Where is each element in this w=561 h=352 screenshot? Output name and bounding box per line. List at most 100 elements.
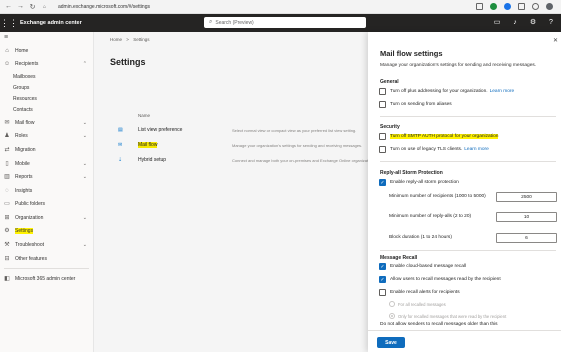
section-divider [380, 116, 556, 117]
save-button[interactable]: Save [377, 337, 405, 348]
checkbox-label: Allow users to recall messages read by t… [390, 277, 501, 282]
legacy-tls-checkbox[interactable]: Turn on use of legacy TLS clients. Learn… [379, 146, 489, 153]
radio-label: For all recalled messages [398, 301, 446, 307]
hamburger-menu-icon[interactable]: ≡ [0, 32, 93, 44]
nav-label: Other features [15, 255, 47, 262]
recall-age-label: Do not allow senders to recall messages … [380, 322, 498, 327]
chevron-down-icon: ⌄ [82, 214, 87, 221]
footer-divider [368, 330, 561, 331]
nav-label: Organization [15, 214, 44, 221]
block-duration-label: Block duration (1 to 24 hours) [389, 235, 452, 240]
mobile-icon: ▯ [5, 160, 9, 167]
refresh-icon[interactable]: ↻ [28, 2, 37, 11]
nav-item-mail-flow[interactable]: ✉ Mail flow ⌄ [0, 116, 93, 130]
troubleshoot-icon: ⚒ [4, 242, 10, 249]
nav-divider [4, 268, 89, 270]
profile-avatar-icon[interactable] [546, 3, 553, 10]
checkbox[interactable] [379, 133, 386, 140]
radio-read-recalled[interactable]: Only for recalled messages that were rea… [389, 313, 506, 319]
checkbox[interactable] [379, 88, 386, 95]
nav-sub-resources[interactable]: Resources [0, 94, 93, 105]
section-divider [380, 161, 556, 162]
nav-item-troubleshoot[interactable]: ⚒ Troubleshoot ⌄ [0, 238, 93, 252]
screen-share-icon[interactable]: ▭ [493, 18, 501, 27]
nav-item-settings[interactable]: ⚙ Settings [0, 225, 93, 239]
plus-addressing-checkbox[interactable]: Turn off plus addressing for your organi… [379, 88, 514, 95]
checkbox[interactable] [379, 289, 386, 296]
nav-label: Home [15, 47, 29, 54]
recall-alerts-checkbox[interactable]: Enable recall alerts for recipients [379, 289, 460, 296]
nav-item-migration[interactable]: ⇄ Migration [0, 143, 93, 157]
checkbox-checked[interactable]: ✓ [379, 276, 386, 283]
forward-icon[interactable]: → [16, 2, 25, 11]
folder-icon: ▭ [4, 201, 10, 208]
help-icon[interactable]: ? [547, 18, 555, 27]
nav-item-m365-admin-center[interactable]: ◧ Microsoft 365 admin center [0, 272, 93, 286]
chevron-down-icon: ⌄ [82, 133, 87, 140]
migration-icon: ⇄ [4, 146, 10, 153]
learn-more-link[interactable]: Learn more [464, 147, 489, 152]
min-replies-input[interactable]: 10 [496, 212, 557, 222]
gear-icon[interactable]: ⚙ [529, 18, 537, 27]
min-replies-label: Minimum number of reply-alls (2 to 20) [389, 214, 472, 219]
nav-item-mobile[interactable]: ▯ Mobile ⌄ [0, 157, 93, 171]
favorite-star-icon[interactable] [476, 3, 483, 10]
section-recall-title: Message Recall [380, 255, 418, 261]
app-launcher-icon[interactable]: ⋮⋮ [0, 14, 18, 32]
send-from-aliases-checkbox[interactable]: Turn on sending from aliases [379, 101, 452, 108]
address-bar[interactable]: admin.exchange.microsoft.com/#/settings [58, 4, 476, 10]
nav-sub-mailboxes[interactable]: Mailboxes [0, 71, 93, 82]
nav-item-reports[interactable]: ▥ Reports ⌄ [0, 170, 93, 184]
nav-label: Insights [15, 187, 33, 194]
nav-sub-contacts[interactable]: Contacts [0, 105, 93, 116]
nav-item-home[interactable]: ⌂ Home [0, 44, 93, 58]
extension-icon-green[interactable] [490, 3, 497, 10]
panel-subtitle: Manage your organization's settings for … [380, 63, 537, 68]
allow-read-recall-checkbox[interactable]: ✓ Allow users to recall messages read by… [379, 276, 501, 283]
radio-label: Only for recalled messages that were rea… [398, 313, 507, 319]
downloads-icon[interactable] [532, 3, 539, 10]
min-recipients-label: Minimum number of recipients (1000 to 50… [389, 194, 486, 199]
nav-label: Reports [15, 174, 33, 181]
nav-item-organization[interactable]: ⊞ Organization ⌄ [0, 211, 93, 225]
lock-icon: ⌂ [42, 3, 47, 10]
mail-flow-icon: ✉ [4, 119, 10, 126]
nav-label: Settings [15, 228, 34, 235]
other-features-icon: ⊟ [4, 255, 10, 262]
app-title[interactable]: Exchange admin center [20, 20, 82, 26]
nav-sub-groups[interactable]: Groups [0, 82, 93, 93]
checkbox-label: Turn on use of legacy TLS clients. [390, 147, 463, 152]
radio-button-selected[interactable] [389, 313, 395, 319]
search-input[interactable]: ⌕ Search (Preview) [204, 17, 366, 28]
cloud-recall-checkbox[interactable]: ✓ Enable cloud-based message recall [379, 263, 466, 270]
checkbox-checked[interactable]: ✓ [379, 263, 386, 270]
chevron-down-icon: ⌄ [82, 174, 87, 181]
checkbox[interactable] [379, 101, 386, 108]
checkbox-label: Turn off plus addressing for your organi… [390, 89, 488, 94]
block-duration-input[interactable]: 6 [496, 233, 557, 243]
checkbox[interactable] [379, 146, 386, 153]
radio-button[interactable] [389, 301, 395, 307]
learn-more-link[interactable]: Learn more [490, 89, 515, 94]
nav-item-roles[interactable]: ♟ Roles ⌄ [0, 130, 93, 144]
search-icon: ⌕ [209, 19, 213, 25]
roles-icon: ♟ [4, 133, 10, 140]
nav-item-public-folders[interactable]: ▭ Public folders [0, 198, 93, 212]
min-recipients-input[interactable]: 2500 [496, 192, 557, 202]
nav-item-recipients[interactable]: ☺ Recipients ⌃ [0, 58, 93, 72]
extensions-puzzle-icon[interactable] [518, 3, 525, 10]
notification-bell-icon[interactable]: ♪ [511, 18, 519, 27]
radio-all-recalled[interactable]: For all recalled messages [389, 301, 446, 307]
nav-item-insights[interactable]: ◌ Insights [0, 184, 93, 198]
extension-icon-blue[interactable] [504, 3, 511, 10]
nav-item-other-features[interactable]: ⊟ Other features [0, 252, 93, 266]
checkbox-checked[interactable]: ✓ [379, 179, 386, 186]
back-icon[interactable]: ← [4, 2, 13, 11]
checkbox-label: Turn on sending from aliases [390, 102, 452, 107]
reports-icon: ▥ [4, 174, 10, 181]
section-general-title: General [380, 79, 399, 85]
panel-title: Mail flow settings [380, 49, 443, 58]
close-icon[interactable]: ✕ [553, 37, 558, 44]
smtp-auth-checkbox[interactable]: Turn off SMTP AUTH protocol for your org… [379, 133, 499, 140]
reply-all-storm-checkbox[interactable]: ✓ Enable reply-all storm protection [379, 179, 459, 186]
